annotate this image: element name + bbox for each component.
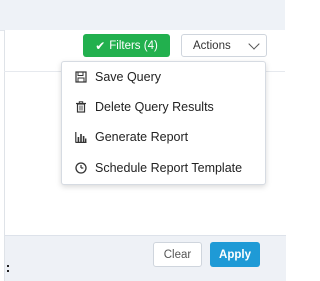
menu-item-label: Schedule Report Template — [95, 161, 243, 175]
menu-item-label: Save Query — [95, 70, 162, 84]
menu-item-delete-query-results[interactable]: Delete Query Results — [62, 92, 265, 122]
menu-item-label: Delete Query Results — [95, 100, 214, 114]
menu-item-label: Generate Report — [95, 130, 189, 144]
chevron-down-icon — [248, 37, 260, 50]
clock-icon — [75, 162, 87, 174]
actions-menu: Save Query Delete Query Results Generate… — [61, 61, 266, 185]
filters-button[interactable]: ✔ Filters (4) — [83, 34, 170, 57]
drag-handle-dot — [7, 265, 9, 267]
apply-button[interactable]: Apply — [210, 242, 260, 267]
actions-label: Actions — [193, 39, 231, 52]
menu-item-generate-report[interactable]: Generate Report — [62, 122, 265, 152]
menu-item-save-query[interactable]: Save Query — [62, 62, 265, 92]
save-icon — [75, 71, 87, 83]
top-strip — [0, 0, 285, 31]
drag-handle-dot — [7, 270, 9, 272]
trash-icon — [75, 101, 87, 113]
bar-chart-icon — [75, 131, 87, 143]
clear-button[interactable]: Clear — [153, 242, 202, 267]
check-icon: ✔ — [95, 38, 106, 53]
filters-label: Filters (4) — [109, 39, 158, 52]
menu-item-schedule-report-template[interactable]: Schedule Report Template — [62, 153, 265, 183]
actions-dropdown-button[interactable]: Actions — [181, 34, 267, 57]
